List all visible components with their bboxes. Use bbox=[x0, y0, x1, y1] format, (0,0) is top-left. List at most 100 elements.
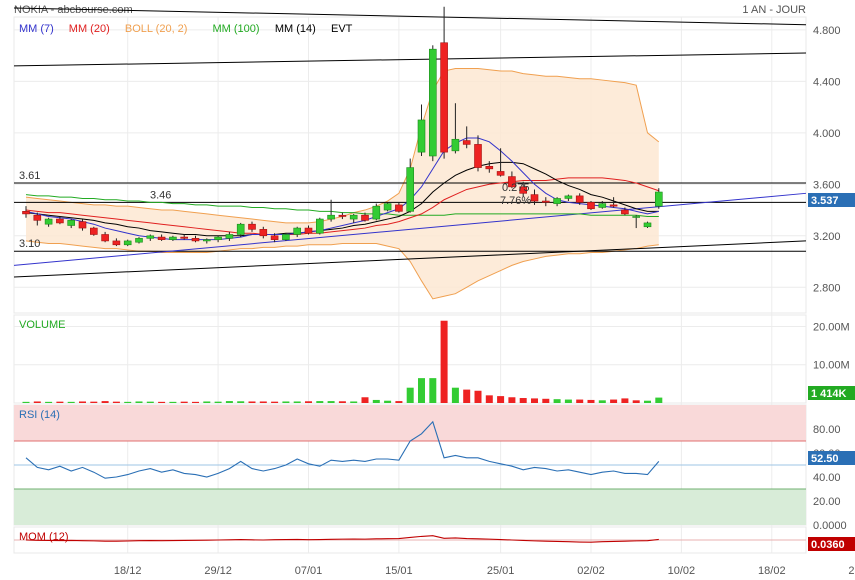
volume-bar bbox=[621, 398, 629, 403]
volume-bar bbox=[542, 398, 550, 403]
candle-body bbox=[417, 119, 426, 153]
volume-bar bbox=[67, 401, 75, 403]
indicator-legend: MM (7) MM (20) BOLL (20, 2) MM (100) MM (14)… bbox=[19, 23, 353, 35]
candle-body bbox=[22, 211, 30, 215]
candle-body bbox=[361, 214, 369, 221]
candle-body bbox=[67, 220, 75, 226]
volume-bar bbox=[22, 401, 30, 403]
candle-body bbox=[180, 236, 188, 239]
level-label: 3.10 bbox=[19, 238, 40, 250]
volume-bar bbox=[587, 399, 595, 403]
candle-body bbox=[496, 171, 505, 176]
svg-text:52.50: 52.50 bbox=[811, 453, 839, 465]
candle-body bbox=[587, 202, 595, 210]
y-tick-label: 4.800 bbox=[813, 25, 841, 37]
y-tick-label: 2.800 bbox=[813, 282, 841, 294]
volume-bar bbox=[316, 401, 324, 403]
chart-period-label[interactable]: 1 AN - JOUR bbox=[742, 4, 806, 16]
volume-bar bbox=[282, 401, 290, 403]
x-tick-label: 10/02 bbox=[668, 565, 696, 577]
volume-tick-label: 20.00M bbox=[813, 321, 850, 333]
annotation-percent: 7.76% bbox=[500, 195, 531, 207]
candle-body bbox=[598, 203, 607, 208]
volume-bar bbox=[338, 401, 346, 403]
candle-body bbox=[203, 239, 211, 242]
svg-text:3.537: 3.537 bbox=[811, 195, 839, 207]
candle-body bbox=[451, 138, 460, 152]
volume-bar bbox=[474, 390, 482, 403]
volume-bar bbox=[135, 401, 143, 403]
rsi-tick-label: 20.00 bbox=[813, 496, 841, 508]
volume-bar bbox=[124, 401, 132, 403]
rsi-title: RSI (14) bbox=[19, 409, 60, 421]
volume-title: VOLUME bbox=[19, 319, 65, 331]
candle-body bbox=[236, 223, 245, 235]
candle-body bbox=[327, 214, 335, 220]
candle-body bbox=[225, 234, 234, 239]
candle-body bbox=[112, 240, 121, 246]
y-tick-label: 4.000 bbox=[813, 128, 841, 140]
candle-body bbox=[304, 227, 313, 234]
candle-body bbox=[101, 234, 109, 242]
volume-bar bbox=[350, 401, 358, 403]
volume-bar bbox=[271, 401, 279, 403]
volume-bar bbox=[598, 400, 606, 403]
legend-item: BOLL (20, 2) bbox=[125, 23, 188, 35]
candle-body bbox=[632, 216, 641, 218]
volume-bar bbox=[248, 401, 256, 403]
rsi-oversold-zone bbox=[14, 489, 806, 525]
x-tick-label: 18/12 bbox=[114, 565, 142, 577]
volume-bar bbox=[361, 397, 369, 403]
candle-body bbox=[123, 240, 132, 246]
candle-body bbox=[135, 238, 143, 243]
volume-bar bbox=[169, 401, 177, 403]
rsi-tick-label: 40.00 bbox=[813, 472, 841, 484]
candle-body bbox=[440, 42, 448, 153]
legend-item: EVT bbox=[331, 23, 353, 35]
volume-bar bbox=[440, 320, 448, 403]
svg-text:1 414K: 1 414K bbox=[811, 388, 847, 400]
x-tick-label: 02/02 bbox=[577, 565, 605, 577]
volume-bar bbox=[214, 401, 222, 403]
rsi-overbought-zone bbox=[14, 405, 806, 441]
annotation-change: 0.275 bbox=[502, 182, 530, 194]
legend-item: MM (14) bbox=[275, 23, 316, 35]
candle-body bbox=[315, 218, 324, 234]
candle-body bbox=[33, 214, 42, 221]
x-tick-label: 29/12 bbox=[204, 565, 232, 577]
volume-bar bbox=[429, 378, 437, 403]
x-tick-label: 07/01 bbox=[295, 565, 323, 577]
volume-bar bbox=[395, 401, 403, 403]
rsi-tick-label: 80.00 bbox=[813, 424, 841, 436]
candle-body bbox=[395, 204, 403, 212]
x-tick-label: 28/02 bbox=[848, 565, 855, 577]
candle-body bbox=[654, 191, 663, 207]
candle-body bbox=[575, 195, 584, 203]
volume-bar bbox=[305, 401, 312, 403]
candle-body bbox=[157, 236, 166, 240]
candle-body bbox=[338, 214, 347, 217]
stock-chart[interactable]: NOKIA - abcbourse.com 1 AN - JOUR 3.613.… bbox=[0, 0, 855, 580]
candle-body bbox=[383, 203, 392, 211]
candle-body bbox=[169, 236, 177, 240]
candle-body bbox=[270, 235, 279, 240]
candle-body bbox=[282, 234, 290, 240]
candle-body bbox=[541, 200, 550, 203]
candle-body bbox=[78, 221, 87, 229]
volume-bar bbox=[519, 398, 527, 403]
volume-bar bbox=[327, 401, 335, 403]
level-label: 3.46 bbox=[150, 189, 171, 201]
volume-bar bbox=[632, 400, 640, 403]
candle-body bbox=[530, 194, 539, 202]
candle-body bbox=[428, 48, 437, 157]
volume-bar bbox=[56, 401, 64, 403]
legend-item: MM (20) bbox=[69, 23, 110, 35]
candle-body bbox=[349, 214, 358, 220]
candle-body bbox=[293, 227, 302, 235]
volume-bar bbox=[406, 387, 414, 403]
mom-last-tag: 0.0360 bbox=[808, 537, 855, 551]
candle-body bbox=[462, 140, 471, 145]
volume-bar bbox=[45, 401, 53, 403]
volume-bar bbox=[418, 378, 425, 403]
volume-bar bbox=[463, 389, 471, 403]
